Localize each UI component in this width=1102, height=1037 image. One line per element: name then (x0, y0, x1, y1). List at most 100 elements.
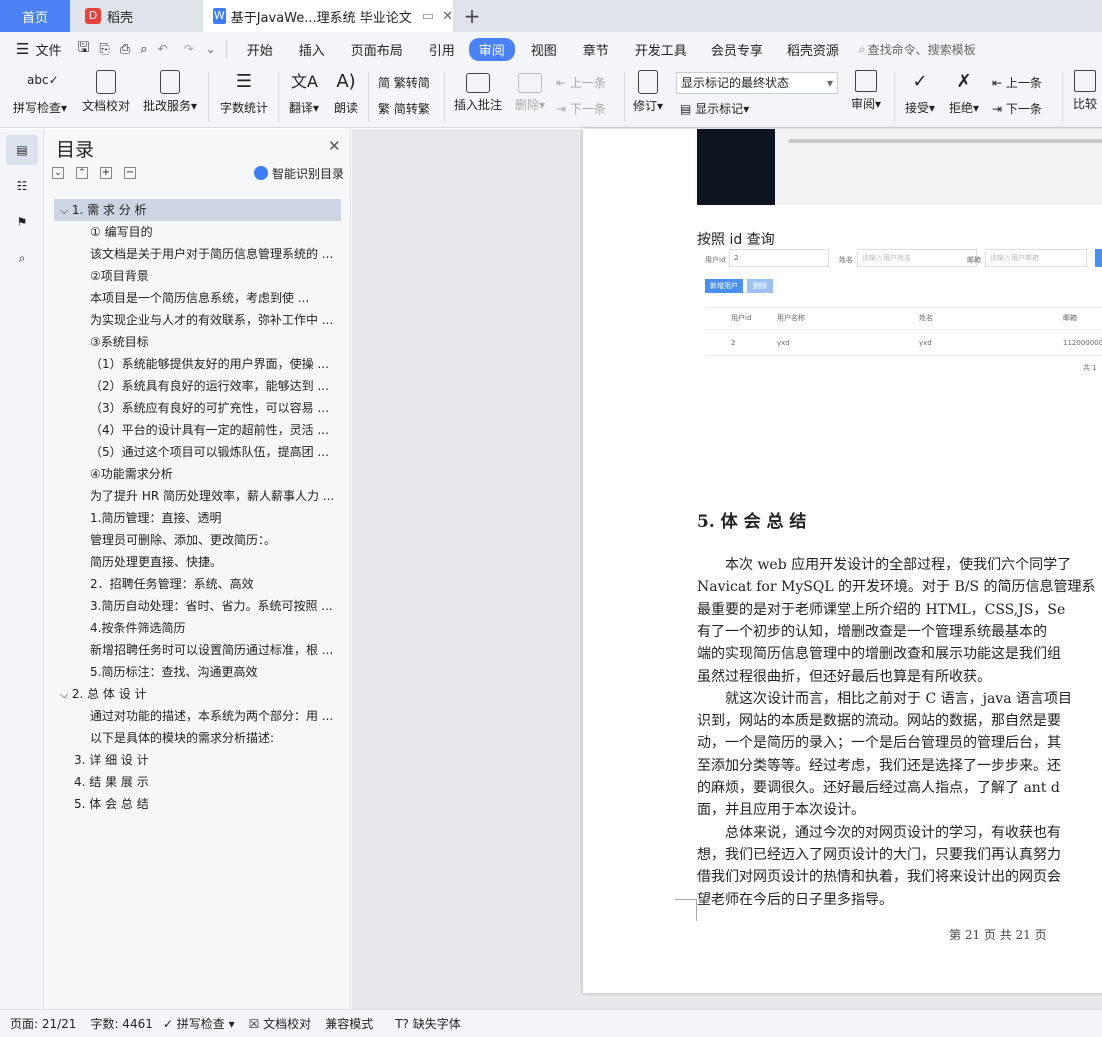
translate-button[interactable]: 文A 翻译▾ (286, 70, 322, 116)
toc-item[interactable]: 该文档是关于用户对于简历信息管理系统的 ... (44, 243, 350, 265)
toc-item[interactable]: ②项目背景 (44, 265, 350, 287)
toc-item[interactable]: ③系统目标 (44, 331, 350, 353)
accept-icon: ✓ (912, 71, 928, 92)
tab-document[interactable]: W 基于JavaWe...理系统 毕业论文 ▭ ✕ (203, 0, 453, 32)
expand-up-icon[interactable]: ⌃ (76, 167, 88, 179)
spell-check-button[interactable]: abc✓ 拼写检查▾ (10, 70, 70, 116)
bookmark-icon[interactable]: ⚑ (6, 207, 38, 237)
toc-item[interactable]: 管理员可删除、添加、更改简历：。 (44, 529, 350, 551)
page-footer: 第 21 页 共 21 页 (949, 928, 1047, 942)
menu-view[interactable]: 视图 (521, 40, 567, 59)
next-change-button[interactable]: ⇥ 下一条 (992, 100, 1042, 117)
toc-item[interactable]: 以下是具体的模块的需求分析描述: (44, 727, 350, 749)
menu-file[interactable]: 文件 (29, 40, 71, 59)
close-tab-icon[interactable]: ✕ (442, 9, 453, 24)
prev-change-button[interactable]: ⇤ 上一条 (992, 74, 1042, 91)
remove-level-icon[interactable]: − (124, 167, 136, 179)
menu-docer-res[interactable]: 稻壳资源 (777, 40, 849, 59)
page-indicator[interactable]: 页面: 21/21 (10, 1015, 76, 1032)
toc-item[interactable]: 通过对功能的描述，本系统为两个部分：用 ... (44, 705, 350, 727)
command-search[interactable]: 查找命令、搜索模板 (868, 41, 976, 58)
toc-item[interactable]: 简历处理更直接、快捷。 (44, 551, 350, 573)
word-count-button[interactable]: ☰ 字数统计 (218, 70, 270, 116)
menu-reference[interactable]: 引用 (419, 40, 465, 59)
save-icon[interactable]: 🖫 (77, 37, 89, 61)
trad-to-simp-button[interactable]: 简 繁转简 (378, 74, 430, 91)
toc-item[interactable]: ⌵ 2. 总 体 设 计 (44, 683, 350, 705)
chevron-down-icon[interactable]: ⌵ (60, 688, 72, 701)
delete-comment-button[interactable]: 删除▾ (510, 70, 550, 113)
tab-home-label: 首页 (21, 10, 48, 26)
menu-layout[interactable]: 页面布局 (341, 40, 413, 59)
search-icon: ⌕ (858, 41, 866, 56)
tab-home[interactable]: 首页 (0, 0, 70, 32)
toc-item[interactable]: ⌵ 1. 需 求 分 析 (54, 199, 341, 221)
toc-item[interactable]: 为了提升 HR 简历处理效率，薪人薪事人力 ... (44, 485, 350, 507)
dropdown-icon[interactable]: ⌄ (206, 42, 216, 56)
compare-button[interactable]: 比较 (1068, 70, 1102, 112)
next-comment-button[interactable]: ⇥ 下一条 (556, 100, 606, 117)
doc-proofread-button[interactable]: 文档校对 (78, 70, 134, 114)
markup-state-select[interactable]: 显示标记的最终状态 ▾ (676, 72, 838, 94)
monitor-icon[interactable]: ▭ (422, 9, 434, 24)
tab-document-label: 基于JavaWe...理系统 毕业论文 (230, 10, 412, 26)
toc-item[interactable]: （1）系统能够提供友好的用户界面，使操 ... (44, 353, 350, 375)
toc-item[interactable]: 4.按条件筛选简历 (44, 617, 350, 639)
smart-toc-button[interactable]: 智能识别目录 (254, 165, 344, 182)
print-icon[interactable]: ⎙ (120, 42, 130, 57)
translate-icon: 文A (291, 72, 318, 91)
toc-item[interactable]: （4）平台的设计具有一定的超前性，灵活 ... (44, 419, 350, 441)
hamburger-icon[interactable]: ☰ (16, 40, 29, 58)
toc-item[interactable]: 3.简历自动处理：省时、省力。系统可按照 ... (44, 595, 350, 617)
accept-button[interactable]: ✓ 接受▾ (902, 70, 938, 116)
search-icon[interactable]: ⌕ (6, 243, 38, 273)
missing-font[interactable]: T? 缺失字体 (395, 1015, 461, 1032)
toc-item[interactable]: 5. 体 会 总 结 (44, 793, 350, 815)
menu-member[interactable]: 会员专享 (701, 40, 773, 59)
word-count[interactable]: 字数: 4461 (90, 1015, 152, 1032)
toc-item[interactable]: ④功能需求分析 (44, 463, 350, 485)
navigation-icon[interactable]: ☷ (6, 171, 38, 201)
status-proofread[interactable]: ☒ 文档校对 (249, 1015, 312, 1032)
export-icon[interactable]: ⎘ (99, 42, 109, 57)
insert-comment-button[interactable]: 插入批注 (452, 70, 504, 113)
review-pane-button[interactable]: 审阅▾ (846, 70, 886, 112)
status-spell-check[interactable]: ✓ 拼写检查 ▾ (163, 1015, 235, 1032)
menu-chapter[interactable]: 章节 (573, 40, 619, 59)
menu-review[interactable]: 审阅 (468, 37, 515, 61)
toc-item[interactable]: （5）通过这个项目可以锻炼队伍，提高团 ... (44, 441, 350, 463)
preview-icon[interactable]: ⌕ (140, 42, 147, 57)
collapse-all-icon[interactable]: ⌄ (52, 167, 64, 179)
show-markup-button[interactable]: ▤ 显示标记▾ (680, 100, 749, 117)
toc-item[interactable]: 4. 结 果 展 示 (44, 771, 350, 793)
toc-item[interactable]: 本项目是一个简历信息系统，考虑到使 ... (44, 287, 350, 309)
toc-item[interactable]: 新增招聘任务时可以设置简历通过标准，根 ... (44, 639, 350, 661)
toc-item[interactable]: 3. 详 细 设 计 (44, 749, 350, 771)
approve-service-button[interactable]: 批改服务▾ (140, 70, 200, 114)
toc-item[interactable]: ① 编写目的 (44, 221, 350, 243)
reject-button[interactable]: ✗ 拒绝▾ (946, 70, 982, 116)
track-changes-button[interactable]: 修订▾ (630, 70, 666, 114)
compat-mode[interactable]: 兼容模式 (325, 1015, 373, 1032)
undo-icon[interactable]: ↶ (158, 42, 168, 56)
menu-insert[interactable]: 插入 (289, 40, 335, 59)
toc-item[interactable]: （2）系统具有良好的运行效率，能够达到 ... (44, 375, 350, 397)
toc-icon[interactable]: ▤ (6, 135, 38, 165)
toc-item[interactable]: 1.简历管理：直接、透明 (44, 507, 350, 529)
toc-item-label: ②项目背景 (90, 269, 149, 283)
close-icon[interactable]: ✕ (328, 137, 341, 155)
toc-item[interactable]: 为实现企业与人才的有效联系，弥补工作中 ... (44, 309, 350, 331)
simp-to-trad-button[interactable]: 繁 简转繁 (378, 100, 430, 117)
menu-start[interactable]: 开始 (237, 40, 283, 59)
new-tab-button[interactable]: + (460, 0, 484, 32)
redo-icon[interactable]: ↷ (184, 42, 194, 56)
read-aloud-button[interactable]: A) 朗读 (330, 70, 362, 116)
toc-item[interactable]: 5.简历标注：查找、沟通更高效 (44, 661, 350, 683)
prev-comment-button[interactable]: ⇤ 上一条 (556, 74, 606, 91)
add-level-icon[interactable]: + (100, 167, 112, 179)
tab-docer[interactable]: D 稻壳 (71, 0, 201, 32)
toc-item[interactable]: （3）系统应有良好的可扩充性，可以容易 ... (44, 397, 350, 419)
toc-item[interactable]: 2．招聘任务管理：系统、高效 (44, 573, 350, 595)
menu-developer[interactable]: 开发工具 (625, 40, 697, 59)
chevron-down-icon[interactable]: ⌵ (60, 204, 72, 217)
